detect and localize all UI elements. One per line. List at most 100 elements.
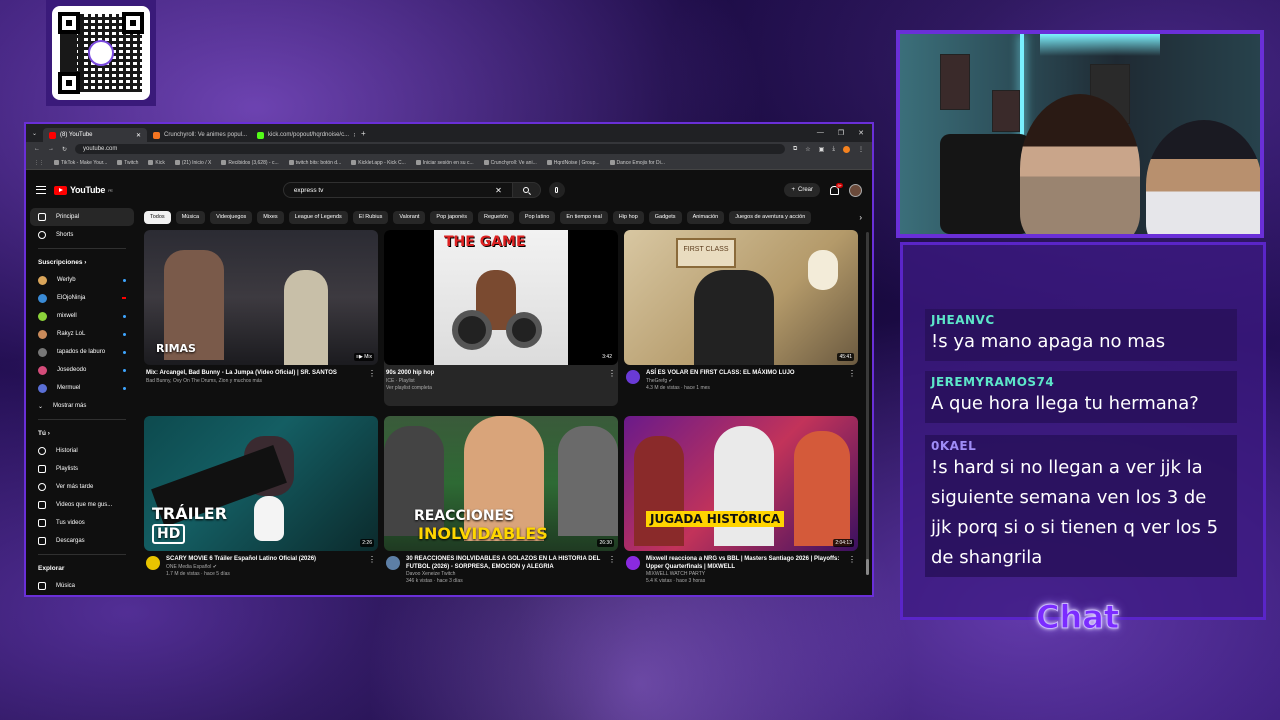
chip[interactable]: En tiempo real [560,210,608,224]
create-button[interactable]: + Crear [784,183,820,197]
channel-avatar[interactable] [626,556,640,570]
chip[interactable]: Videojuegos [210,210,253,224]
sidebar-item-playlists[interactable]: Playlists [30,460,134,478]
you-heading[interactable]: Tú › [30,424,134,442]
sidebar-channel[interactable]: mixwell [30,307,134,325]
browser-menu-icon[interactable]: ⋮ [858,146,864,153]
video-title[interactable]: SCARY MOVIE 6 Tráiler Español Latino Ofi… [166,556,362,564]
sidebar-channel[interactable]: ElOjoNinja [30,289,134,307]
chip[interactable]: Reguetón [478,210,514,224]
video-title[interactable]: Mix: Arcangel, Bad Bunny - La Jumpa (Vid… [146,370,362,378]
search-input[interactable]: express tv ✕ [282,182,513,198]
more-options-icon[interactable]: ⋮ [848,556,856,585]
chip[interactable]: Música [175,210,206,224]
video-channel[interactable]: ONE Media Español ✔ [166,564,362,571]
more-options-icon[interactable]: ⋮ [368,370,376,385]
minimize-icon[interactable]: — [817,129,824,137]
video-thumbnail[interactable]: RIMAS ≡▶ Mix [144,230,378,365]
apps-icon[interactable]: ⋮⋮ [34,160,44,166]
sidebar-item-principal[interactable]: Principal [30,208,134,226]
hamburger-menu-icon[interactable] [36,186,46,194]
reload-icon[interactable]: ↻ [62,146,67,153]
bookmark[interactable]: Twitch [117,160,138,166]
video-title[interactable]: Mixwell reacciona a NRG vs BBL | Masters… [646,556,842,571]
video-title[interactable]: 90s 2000 hip hop [386,370,602,378]
bookmark[interactable]: Kicklet.app - Kick C... [351,160,406,166]
bookmark-star-icon[interactable]: ☆ [805,146,810,153]
youtube-logo[interactable]: YouTube PE [54,185,113,195]
clear-search-icon[interactable]: ✕ [495,186,502,195]
video-channel[interactable]: ICE · Playlist [386,378,602,385]
chip[interactable]: Juegos de aventura y acción [729,210,812,224]
close-tab-icon[interactable]: ✕ [136,132,141,139]
chip[interactable]: El Rubius [352,210,389,224]
close-window-icon[interactable]: ✕ [858,129,864,137]
show-more-button[interactable]: ⌄ Mostrar más [30,397,134,415]
video-title[interactable]: 30 REACCIONES INOLVIDABLES A GOLAZOS EN … [406,556,602,571]
video-thumbnail[interactable]: JUGADA HISTÓRICA 2:04:13 [624,416,858,551]
sidebar-channel[interactable]: Josedeodo [30,361,134,379]
sidebar-channel[interactable]: Mermuel [30,379,134,397]
sidebar-item-music[interactable]: Música [30,577,134,595]
chip[interactable]: Mixes [257,210,284,224]
sidebar-item-history[interactable]: Historial [30,442,134,460]
tab-kick[interactable]: kick.com/popout/hqrdnoise/c... ✕ [251,128,355,142]
video-card[interactable]: RIMAS ≡▶ Mix Mix: Arcangel, Bad Bunny - … [144,230,378,406]
bookmark[interactable]: TikTok - Make Your... [54,160,107,166]
chip[interactable]: League of Legends [288,210,348,224]
bookmark[interactable]: Kick [148,160,165,166]
video-card[interactable]: FIRST CLASS 45:41 ASÍ ES VOLAR EN FIRST … [624,230,858,406]
sidebar-item-liked[interactable]: Videos que me gus... [30,496,134,514]
chip[interactable]: Pop japonés [430,210,473,224]
new-tab-icon[interactable]: + [355,129,372,138]
downloads-icon[interactable]: ⤓ [832,146,835,153]
extensions-icon[interactable]: ▣ [819,146,825,153]
url-field[interactable]: youtube.com [75,144,785,154]
sidebar-item-shorts[interactable]: Shorts [30,226,134,244]
video-channel[interactable]: Bad Bunny, Ovy On The Drums, Zion y much… [146,378,362,385]
video-channel[interactable]: TheGrefg ✔ [646,378,842,385]
sidebar-channel[interactable]: Rakyz LoL [30,325,134,343]
chip[interactable]: Animación [686,210,725,224]
chip[interactable]: Pop latino [518,210,556,224]
sidebar-channel[interactable]: tapados de laburo [30,343,134,361]
bookmark[interactable]: Recibidos (3,628) - c... [221,160,279,166]
channel-avatar[interactable] [386,556,400,570]
bookmark[interactable]: twitch bits: botón d... [288,160,341,166]
forward-icon[interactable]: → [48,146,54,152]
install-icon[interactable]: ⧉ [793,146,797,153]
maximize-icon[interactable]: ❐ [838,129,844,137]
voice-search-button[interactable] [548,182,565,198]
more-options-icon[interactable]: ⋮ [368,556,376,578]
channel-avatar[interactable] [146,556,160,570]
account-avatar[interactable] [849,183,862,197]
video-card[interactable]: TRÁILER HD 2:26 SCARY MOVIE 6 Tráiler Es… [144,416,378,592]
notifications-bell-icon[interactable]: 9+ [830,182,843,195]
tab-youtube[interactable]: (8) YouTube ✕ [43,128,148,142]
view-full-playlist-link[interactable]: Ver playlist completa [386,385,602,392]
channel-avatar[interactable] [626,370,640,384]
more-options-icon[interactable]: ⋮ [608,370,616,392]
chip[interactable]: Valorant [393,210,426,224]
sidebar-item-downloads[interactable]: Descargas [30,532,134,550]
bookmark[interactable]: HqrdNoise | Group... [546,160,600,166]
page-scrollbar[interactable] [866,232,869,575]
bookmark[interactable]: (21) Inicio / X [174,160,211,166]
sidebar-item-your-videos[interactable]: Tus videos [30,514,134,532]
video-channel[interactable]: MIXWELL WATCH PARTY [646,571,842,578]
video-thumbnail[interactable]: TRÁILER HD 2:26 [144,416,378,551]
bookmark[interactable]: Dance Emojis for Di... [609,160,665,166]
tab-crunchyroll[interactable]: Crunchyroll: Ve animes popul... ✕ [147,128,251,142]
subscriptions-heading[interactable]: Suscripciones › [30,253,134,271]
sidebar-item-watch-later[interactable]: Ver más tarde [30,478,134,496]
bookmark[interactable]: Iniciar sesión en su c... [415,160,474,166]
video-card[interactable]: REACCIONES INOLVIDABLES 26:30 30 REACCIO… [384,416,618,592]
chip-todos[interactable]: Todos [144,210,171,224]
video-thumbnail[interactable]: FIRST CLASS 45:41 [624,230,858,365]
video-channel[interactable]: Davoo Xeneize Twitch [406,571,602,578]
video-card[interactable]: JUGADA HISTÓRICA 2:04:13 Mixwell reaccio… [624,416,858,592]
bookmark[interactable]: Crunchyroll: Ve ani... [483,160,537,166]
video-thumbnail[interactable]: THE GAME 3:42 [384,230,618,365]
more-options-icon[interactable]: ⋮ [608,556,616,585]
video-thumbnail[interactable]: REACCIONES INOLVIDABLES 26:30 [384,416,618,551]
